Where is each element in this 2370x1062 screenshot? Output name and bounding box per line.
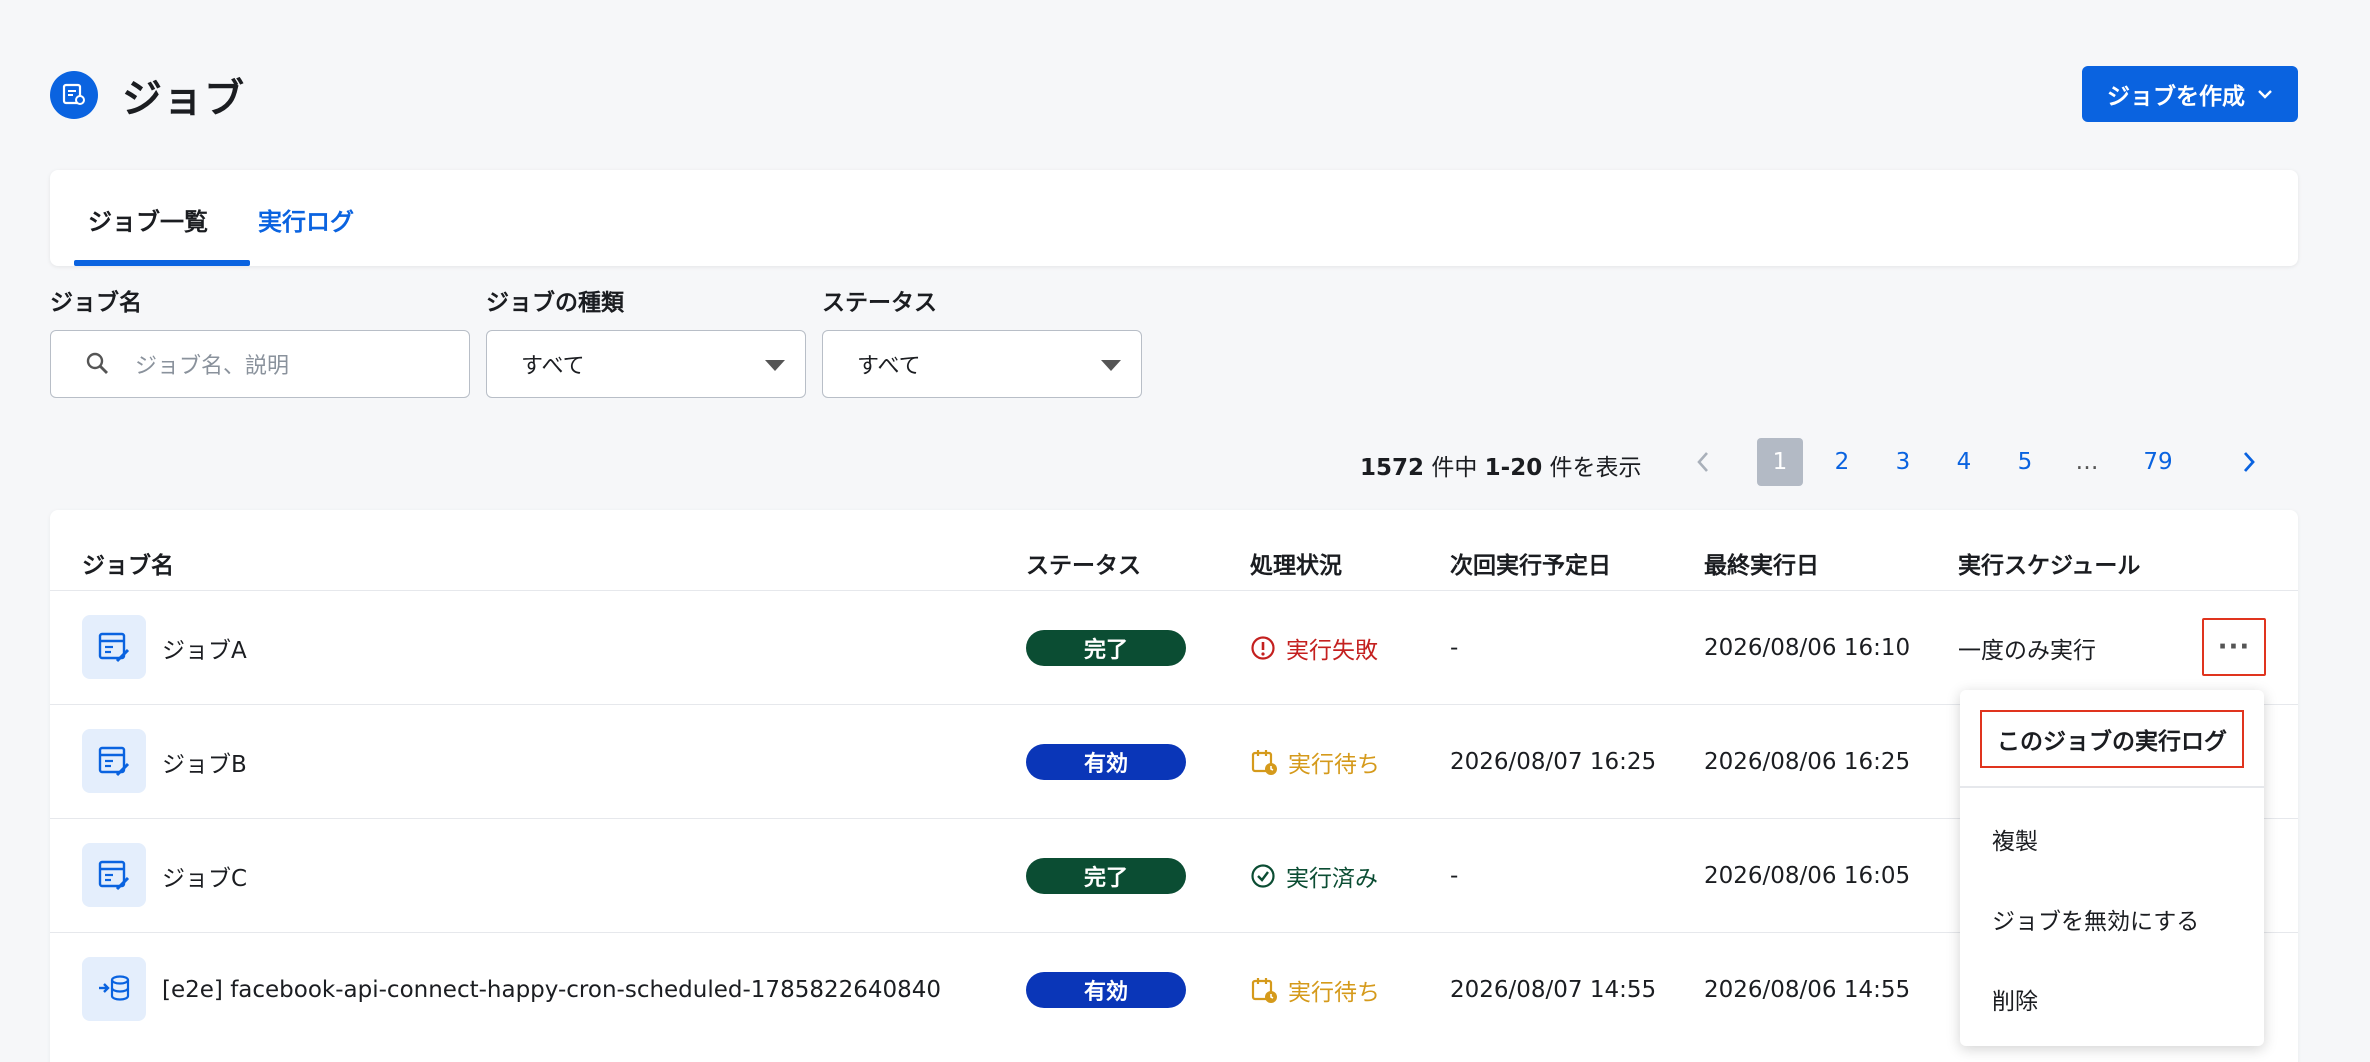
page-ellipsis: … (2075, 449, 2099, 475)
processing-label: 実行待ち (1288, 980, 1380, 1006)
job-name[interactable]: ジョブA (162, 591, 247, 705)
menu-item-delete[interactable]: 削除 (1992, 982, 2038, 1016)
page-header: ジョブ (50, 66, 245, 124)
job-type-select[interactable]: すべて (486, 330, 806, 398)
page-1[interactable]: 1 (1757, 438, 1803, 486)
total-count: 1572 (1360, 455, 1425, 481)
processing-label: 実行待ち (1288, 752, 1380, 778)
col-header-job-name: ジョブ名 (82, 553, 174, 579)
row-more-actions-button[interactable]: ··· (2202, 618, 2266, 676)
menu-item-duplicate[interactable]: 複製 (1992, 822, 2038, 856)
status-filter-label: ステータス (822, 290, 937, 316)
job-name[interactable]: [e2e] facebook-api-connect-happy-cron-sc… (162, 933, 941, 1047)
col-header-last-run: 最終実行日 (1704, 553, 1819, 579)
processing-status: 実行済み (1250, 859, 1378, 893)
count-text-mid: 件中 (1424, 455, 1485, 481)
page-2[interactable]: 2 (1819, 438, 1865, 486)
processing-label: 実行失敗 (1286, 638, 1378, 664)
next-page-button[interactable] (2226, 438, 2272, 486)
next-run-date: 2026/08/07 14:55 (1450, 977, 1657, 1003)
menu-item-job-execution-log[interactable]: このジョブの実行ログ (1980, 710, 2244, 768)
more-horizontal-icon: ··· (2217, 632, 2251, 662)
status-value: すべて (857, 354, 921, 379)
page-title: ジョブ (122, 76, 245, 122)
status-badge: 有効 (1026, 972, 1186, 1008)
search-icon (86, 352, 108, 374)
processing-label: 実行済み (1286, 866, 1378, 892)
next-run-date: - (1450, 635, 1459, 661)
job-name-filter-label: ジョブ名 (50, 290, 142, 316)
result-count: 1572 件中 1-20 件を表示 (1360, 448, 1642, 482)
search-placeholder: ジョブ名、説明 (135, 354, 290, 379)
tab-job-list[interactable]: ジョブ一覧 (88, 202, 208, 237)
col-header-status: ステータス (1026, 553, 1141, 579)
last-run-date: 2026/08/06 14:55 (1704, 977, 1911, 1003)
page-4[interactable]: 4 (1941, 438, 1987, 486)
processing-status: 実行失敗 (1250, 631, 1378, 665)
tab-bar: ジョブ一覧 実行ログ (50, 170, 2298, 266)
last-run-date: 2026/08/06 16:10 (1704, 635, 1911, 661)
page-range: 1-20 (1484, 455, 1543, 481)
table-row[interactable]: ジョブA 完了 実行失敗 - 2026/08/06 16:10 一度のみ実行 (50, 590, 2298, 704)
job-type-value: すべて (521, 354, 585, 379)
menu-divider (1960, 786, 2264, 788)
calendar-clock-icon (1251, 750, 1277, 775)
last-run-date: 2026/08/06 16:05 (1704, 863, 1911, 889)
schedule: 一度のみ実行 (1958, 638, 2096, 664)
alert-circle-icon (1251, 636, 1275, 660)
processing-status: 実行待ち (1250, 973, 1380, 1007)
processing-status: 実行待ち (1250, 745, 1380, 779)
table-edit-icon (82, 729, 146, 793)
col-header-next-run: 次回実行予定日 (1450, 553, 1611, 579)
count-text-end: 件を表示 (1542, 455, 1642, 481)
table-edit-icon (82, 615, 146, 679)
check-circle-icon (1251, 864, 1275, 888)
table-edit-icon (82, 843, 146, 907)
dropdown-arrow-icon (765, 360, 785, 371)
chevron-right-icon (2243, 452, 2255, 472)
chevron-left-icon (1697, 452, 1708, 472)
create-job-label: ジョブを作成 (2107, 84, 2245, 110)
status-badge: 完了 (1026, 630, 1186, 666)
database-import-icon (82, 957, 146, 1021)
job-name[interactable]: ジョブB (162, 705, 247, 819)
last-run-date: 2026/08/06 16:25 (1704, 749, 1911, 775)
calendar-clock-icon (1251, 978, 1277, 1003)
prev-page-button[interactable] (1680, 438, 1726, 486)
status-badge: 完了 (1026, 858, 1186, 894)
page-3[interactable]: 3 (1880, 438, 1926, 486)
job-name-search-input[interactable]: ジョブ名、説明 (50, 330, 470, 398)
menu-item-disable-job[interactable]: ジョブを無効にする (1992, 902, 2199, 936)
next-run-date: - (1450, 863, 1459, 889)
page-5[interactable]: 5 (2002, 438, 2048, 486)
col-header-schedule: 実行スケジュール (1958, 553, 2141, 579)
row-context-menu: このジョブの実行ログ 複製 ジョブを無効にする 削除 (1960, 690, 2264, 1046)
job-name[interactable]: ジョブC (162, 819, 247, 933)
col-header-processing: 処理状況 (1250, 553, 1342, 579)
page-79[interactable]: 79 (2135, 438, 2181, 486)
status-select[interactable]: すべて (822, 330, 1142, 398)
dropdown-arrow-icon (1101, 360, 1121, 371)
chevron-down-icon (2258, 90, 2272, 99)
create-job-button[interactable]: ジョブを作成 (2082, 66, 2298, 122)
next-run-date: 2026/08/07 16:25 (1450, 749, 1657, 775)
pagination: 1 2 3 4 5 … 79 (1680, 438, 2300, 486)
tab-execution-log[interactable]: 実行ログ (258, 202, 354, 237)
status-badge: 有効 (1026, 744, 1186, 780)
active-tab-indicator (74, 260, 250, 266)
job-type-filter-label: ジョブの種類 (486, 290, 624, 316)
job-icon (50, 71, 98, 119)
